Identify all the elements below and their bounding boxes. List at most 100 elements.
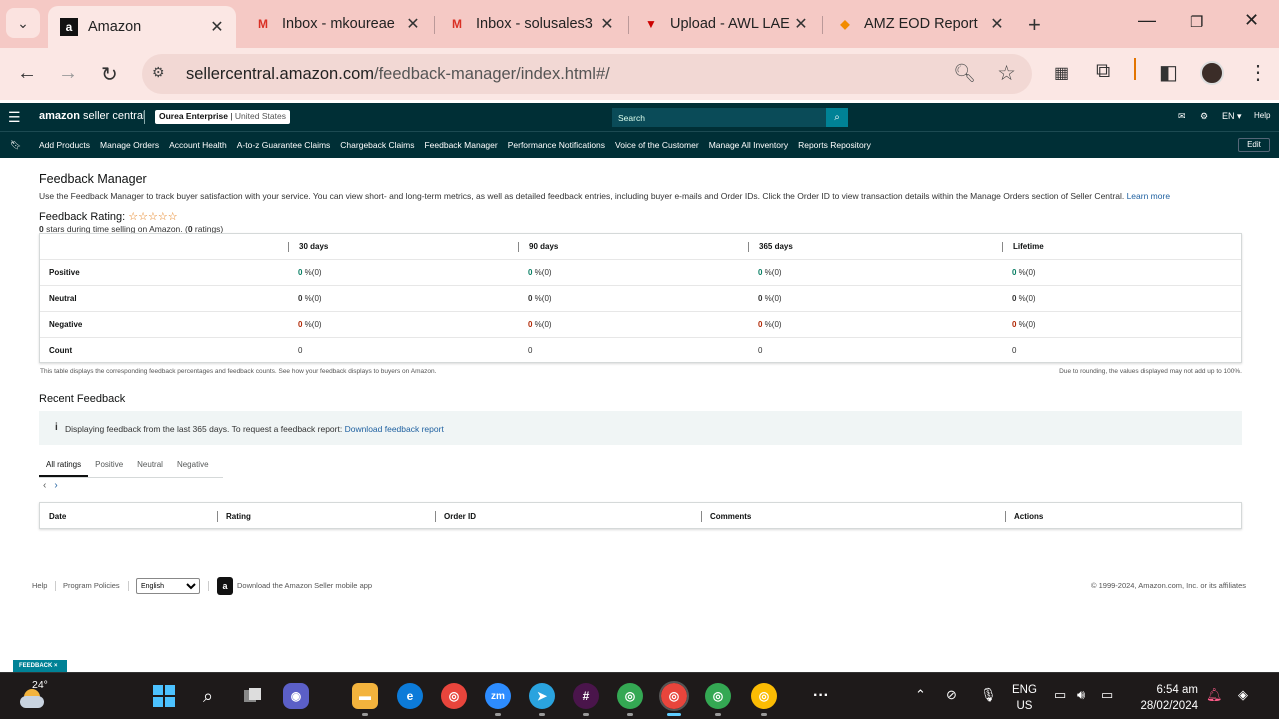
start-windows-icon[interactable] (151, 683, 177, 709)
reload-icon[interactable]: ↻ (101, 62, 118, 87)
close-icon[interactable]: ✕ (790, 14, 812, 34)
chrome-active-icon[interactable]: ◎ (659, 681, 689, 711)
back-icon[interactable]: ← (17, 62, 37, 85)
tab-upload[interactable]: ▼ Upload - AWL LAE ✕ (630, 6, 820, 42)
chrome-profile-icon[interactable]: ◎ (751, 683, 777, 709)
profile-avatar[interactable] (1200, 61, 1224, 85)
tab-amazon[interactable]: a Amazon ✕ (48, 6, 236, 48)
nav-a-to-z-claims[interactable]: A-to-z Guarantee Claims (237, 140, 331, 150)
store-selector[interactable]: Ourea Enterprise | United States (155, 110, 290, 124)
bookmark-star-icon[interactable]: ☆ (997, 61, 1016, 86)
nav-voice-of-customer[interactable]: Voice of the Customer (615, 140, 699, 150)
address-bar[interactable]: ⚙ sellercentral.amazon.com/feedback-mana… (142, 54, 1032, 94)
close-icon[interactable]: ✕ (402, 14, 424, 34)
site-settings-icon[interactable]: ⚙ (152, 64, 172, 84)
column-header[interactable]: Order ID (435, 511, 476, 522)
column-header[interactable]: Comments (701, 511, 751, 522)
chevron-left-icon[interactable]: ‹ (43, 480, 46, 491)
close-icon[interactable]: ✕ (206, 17, 228, 37)
volume-icon[interactable]: 🔊︎ (1077, 687, 1085, 703)
chevron-up-icon[interactable]: ⌃ (915, 687, 926, 703)
column-header[interactable]: Actions (1005, 511, 1043, 522)
chrome-profile-icon[interactable]: ◎ (705, 683, 731, 709)
new-tab-button[interactable]: + (1028, 12, 1041, 38)
side-panel-icon[interactable]: ◧ (1159, 60, 1178, 85)
column-header[interactable]: Date (49, 511, 66, 522)
chevron-right-icon[interactable]: › (54, 480, 57, 491)
telegram-icon[interactable]: ➤ (529, 683, 555, 709)
display-icon[interactable]: ▭ (1054, 687, 1066, 703)
zoom-icon[interactable]: 🔍︎ (953, 63, 976, 84)
tab-amz-eod-report[interactable]: ◆ AMZ EOD Report ✕ (824, 6, 1016, 42)
amazon-app-icon[interactable]: a (217, 577, 233, 595)
slack-icon[interactable]: # (573, 683, 599, 709)
qr-code-icon[interactable]: ▦ (1054, 63, 1069, 83)
battery-icon[interactable]: ▭ (1101, 687, 1113, 703)
input-language[interactable]: ENG US (1012, 682, 1037, 714)
clock-date: 28/02/2024 (1140, 700, 1198, 712)
extensions-icon[interactable]: ⧉ (1096, 60, 1110, 83)
tab-all-ratings[interactable]: All ratings (39, 454, 89, 477)
feedback-button[interactable]: FEEDBACK × (13, 660, 67, 672)
minimize-button[interactable]: — (1138, 10, 1156, 31)
nav-chargeback-claims[interactable]: Chargeback Claims (340, 140, 414, 150)
edge-browser-icon[interactable]: e (397, 683, 423, 709)
zoom-app-icon[interactable]: zm (485, 683, 511, 709)
download-app-link[interactable]: Download the Amazon Seller mobile app (237, 581, 372, 590)
task-view-icon[interactable] (240, 683, 266, 709)
help-link[interactable]: Help (1254, 111, 1270, 120)
teams-chat-icon[interactable]: ◉ (283, 683, 309, 709)
column-header[interactable]: Rating (217, 511, 251, 522)
mail-icon[interactable]: ✉ (1178, 111, 1186, 122)
download-report-link[interactable]: Download feedback report (345, 424, 444, 434)
close-icon[interactable]: ✕ (596, 14, 618, 34)
learn-more-link[interactable]: Learn more (1127, 191, 1170, 201)
tab-inbox-2[interactable]: M Inbox - solusales3 ✕ (436, 6, 626, 42)
footer-help-link[interactable]: Help (32, 581, 47, 590)
search-input[interactable] (612, 108, 826, 127)
tab-inbox-1[interactable]: M Inbox - mkoureae ✕ (242, 6, 432, 42)
program-policies-link[interactable]: Program Policies (63, 581, 120, 590)
seller-central-logo[interactable]: amazon seller central (39, 110, 145, 122)
footer-language-select[interactable]: English (136, 578, 200, 594)
tab-title: Amazon (88, 19, 142, 35)
search-icon[interactable]: ⌕ (195, 683, 221, 709)
info-message: Displaying feedback from the last 365 da… (65, 424, 343, 434)
url-text[interactable]: sellercentral.amazon.com/feedback-manage… (186, 65, 610, 84)
nav-add-products[interactable]: Add Products (39, 140, 90, 150)
nav-manage-orders[interactable]: Manage Orders (100, 140, 159, 150)
bookmark-nav-bar: 🔖︎ Add Products Manage Orders Account He… (0, 131, 1279, 158)
system-clock[interactable]: 6:54 am 28/02/2024 (1128, 682, 1198, 714)
tab-search-button[interactable]: ⌄ (6, 8, 40, 38)
hamburger-menu-icon[interactable]: ☰ (8, 109, 21, 126)
nav-account-health[interactable]: Account Health (169, 140, 227, 150)
copilot-icon[interactable]: ◈ (1238, 687, 1248, 703)
network-icon[interactable]: ⊘ (946, 687, 957, 703)
chrome-icon[interactable]: ◎ (441, 683, 467, 709)
bookmark-icon[interactable]: 🔖︎ (10, 140, 21, 151)
forward-icon[interactable]: → (58, 62, 78, 85)
nav-feedback-manager[interactable]: Feedback Manager (424, 140, 497, 150)
window-close-button[interactable]: ✕ (1244, 10, 1259, 31)
weather-widget[interactable]: 24° (18, 679, 48, 711)
nav-reports-repository[interactable]: Reports Repository (798, 140, 871, 150)
chrome-profile-icon[interactable]: ◎ (617, 683, 643, 709)
close-icon[interactable]: ✕ (986, 14, 1008, 34)
tab-neutral[interactable]: Neutral (130, 454, 170, 477)
file-explorer-icon[interactable]: ▬ (352, 683, 378, 709)
search-icon[interactable]: ⌕ (826, 108, 848, 127)
nav-manage-inventory[interactable]: Manage All Inventory (709, 140, 788, 150)
close-icon[interactable]: × (54, 663, 58, 669)
clock-time: 6:54 am (1156, 684, 1198, 696)
tab-negative[interactable]: Negative (170, 454, 216, 477)
microphone-icon[interactable]: 🎙︎ (980, 687, 997, 703)
more-apps-icon[interactable]: ··· (808, 683, 834, 709)
tab-positive[interactable]: Positive (88, 454, 130, 477)
nav-performance-notifications[interactable]: Performance Notifications (508, 140, 605, 150)
language-selector[interactable]: EN ▾ (1222, 111, 1242, 122)
notification-bell-icon[interactable]: 🔔︎ (1206, 687, 1223, 703)
edit-nav-button[interactable]: Edit (1238, 138, 1270, 152)
settings-gear-icon[interactable]: ⚙ (1200, 111, 1208, 122)
restore-button[interactable]: ❐ (1190, 13, 1203, 31)
more-menu-icon[interactable]: ⋮ (1248, 60, 1268, 85)
